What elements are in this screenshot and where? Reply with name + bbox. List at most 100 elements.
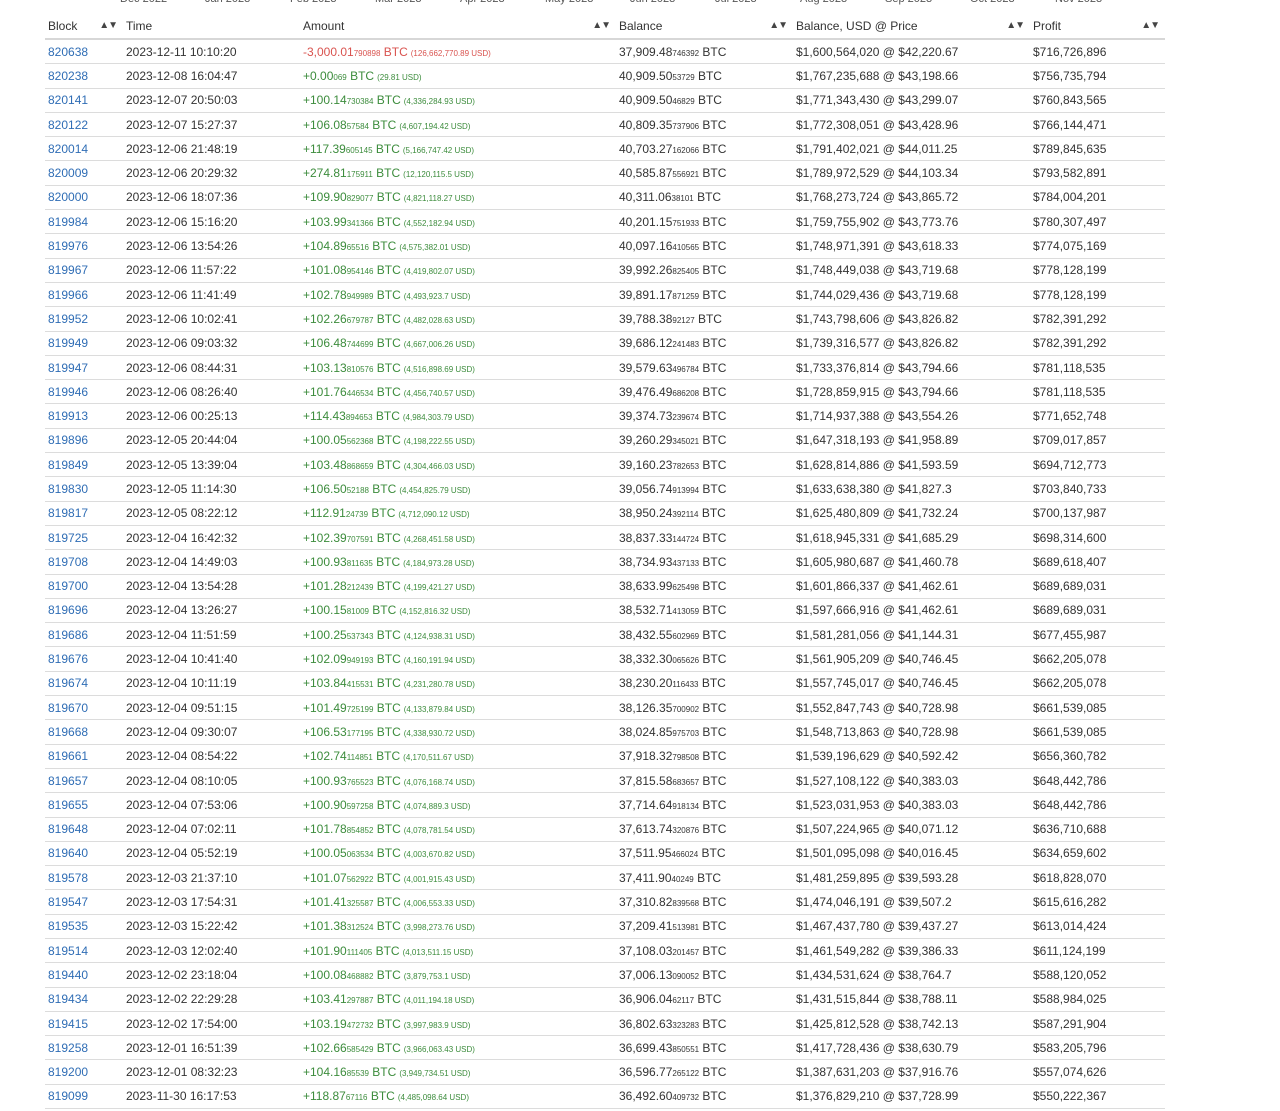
amount-small-digits: 562368	[346, 437, 374, 447]
sort-icon[interactable]: ▲▼	[769, 20, 788, 31]
balance-cell: 40,809.35737906 BTC	[616, 112, 793, 138]
balance-unit: BTC	[699, 1089, 727, 1104]
table-row: 819258 2023-12-01 16:51:39 +102.66585429 B…	[45, 1035, 1165, 1061]
amount-main: +103.41	[303, 992, 347, 1007]
block-link[interactable]: 820122	[48, 118, 88, 132]
block-link[interactable]: 819700	[48, 579, 88, 593]
amount-main: +102.39	[303, 530, 347, 545]
block-link[interactable]: 819967	[48, 263, 88, 277]
amount-small-digits: 312524	[346, 923, 374, 933]
block-link[interactable]: 820009	[48, 166, 88, 180]
column-header-amount[interactable]: Amount ▲▼	[300, 14, 616, 40]
block-link[interactable]: 819817	[48, 506, 88, 520]
block-link[interactable]: 820014	[48, 142, 88, 156]
balance-usd-cell: $1,728,859,915 @ $43,794.66	[793, 379, 1030, 405]
block-link[interactable]: 819099	[48, 1089, 88, 1103]
balance-small-digits: 38101	[671, 194, 694, 204]
block-cell: 819099	[45, 1084, 123, 1110]
block-cell: 820141	[45, 88, 123, 113]
table-row: 819440 2023-12-02 23:18:04 +100.08468882 B…	[45, 962, 1165, 988]
block-link[interactable]: 819657	[48, 774, 88, 788]
block-link[interactable]: 819686	[48, 628, 88, 642]
block-link[interactable]: 819708	[48, 555, 88, 569]
block-link[interactable]: 820141	[48, 93, 88, 107]
amount-cell: -3,000.01790898 BTC (126,662,770.89 USD)	[300, 39, 616, 65]
block-link[interactable]: 819200	[48, 1065, 88, 1079]
amount-main: +104.16	[303, 1065, 347, 1080]
sort-icon[interactable]: ▲▼	[1006, 20, 1025, 31]
amount-cell: +106.53177195 BTC (4,338,930.72 USD)	[300, 719, 616, 745]
block-link[interactable]: 819725	[48, 531, 88, 545]
amount-main: +103.19	[303, 1016, 347, 1031]
table-row: 819913 2023-12-06 00:25:13 +114.43894653 B…	[45, 403, 1165, 429]
block-link[interactable]: 819640	[48, 846, 88, 860]
block-link[interactable]: 819415	[48, 1017, 88, 1031]
block-link[interactable]: 819696	[48, 603, 88, 617]
block-link[interactable]: 819661	[48, 749, 88, 763]
amount-cell: +100.90597258 BTC (4,074,889.3 USD)	[300, 792, 616, 818]
balance-cell: 40,097.16410565 BTC	[616, 233, 793, 259]
block-link[interactable]: 819896	[48, 433, 88, 447]
profit-cell: $784,004,201	[1030, 185, 1165, 211]
block-link[interactable]: 819984	[48, 215, 88, 229]
balance-small-digits: 144724	[672, 534, 700, 544]
balance-unit: BTC	[699, 627, 727, 642]
block-link[interactable]: 819952	[48, 312, 88, 326]
sort-icon[interactable]: ▲▼	[592, 20, 611, 31]
sort-icon[interactable]: ▲▼	[99, 20, 118, 31]
sort-icon[interactable]: ▲▼	[1141, 20, 1160, 31]
block-cell: 820122	[45, 112, 123, 138]
block-link[interactable]: 819849	[48, 458, 88, 472]
block-link[interactable]: 819670	[48, 701, 88, 715]
column-header-balance-usd[interactable]: Balance, USD @ Price ▲▼	[793, 14, 1030, 40]
block-link[interactable]: 819655	[48, 798, 88, 812]
amount-small-digits: 537343	[346, 631, 374, 641]
column-header-profit[interactable]: Profit ▲▼	[1030, 14, 1165, 40]
table-row: 819200 2023-12-01 08:32:23 +104.1685539 BT…	[45, 1059, 1165, 1085]
balance-unit: BTC	[699, 700, 727, 715]
block-link[interactable]: 819830	[48, 482, 88, 496]
block-link[interactable]: 819947	[48, 361, 88, 375]
block-link[interactable]: 819676	[48, 652, 88, 666]
time-cell: 2023-12-02 22:29:28	[123, 987, 300, 1012]
block-link[interactable]: 819913	[48, 409, 88, 423]
balance-cell: 37,909.48746392 BTC	[616, 39, 793, 65]
profit-cell: $583,205,796	[1030, 1035, 1165, 1061]
amount-usd: (4,485,098.64 USD)	[397, 1093, 469, 1103]
amount-unit: BTC	[373, 676, 401, 691]
time-cell: 2023-12-04 11:51:59	[123, 622, 300, 648]
block-link[interactable]: 819440	[48, 968, 88, 982]
block-link[interactable]: 820000	[48, 190, 88, 204]
block-link[interactable]: 820638	[48, 45, 88, 59]
block-link[interactable]: 819946	[48, 385, 88, 399]
block-link[interactable]: 819258	[48, 1041, 88, 1055]
amount-cell: +112.9124739 BTC (4,712,090.12 USD)	[300, 501, 616, 526]
amount-unit: BTC	[372, 943, 400, 958]
block-link[interactable]: 819668	[48, 725, 88, 739]
table-row: 819966 2023-12-06 11:41:49 +102.78949989 B…	[45, 282, 1165, 308]
block-link[interactable]: 820238	[48, 69, 88, 83]
block-link[interactable]: 819949	[48, 336, 88, 350]
column-header-balance[interactable]: Balance ▲▼	[616, 14, 793, 40]
amount-unit: BTC	[373, 579, 401, 594]
table-row: 819700 2023-12-04 13:54:28 +101.28212439 B…	[45, 574, 1165, 599]
table-row: 819952 2023-12-06 10:02:41 +102.26679787 B…	[45, 306, 1165, 332]
balance-unit: BTC	[699, 457, 727, 472]
timeline-label: Mar 2023	[375, 0, 460, 5]
balance-unit: BTC	[699, 1065, 727, 1080]
profit-cell: $689,689,031	[1030, 574, 1165, 599]
balance-small-digits: 62117	[672, 996, 695, 1006]
block-link[interactable]: 819648	[48, 822, 88, 836]
amount-usd: (4,456,740.57 USD)	[403, 388, 475, 398]
block-link[interactable]: 819514	[48, 944, 88, 958]
column-header-block[interactable]: Block ▲▼	[45, 14, 123, 40]
block-link[interactable]: 819547	[48, 895, 88, 909]
block-link[interactable]: 819434	[48, 992, 88, 1006]
block-link[interactable]: 819535	[48, 919, 88, 933]
block-link[interactable]: 819976	[48, 239, 88, 253]
amount-small-digits: 810576	[346, 364, 374, 374]
block-link[interactable]: 819578	[48, 871, 88, 885]
balance-unit: BTC	[699, 117, 727, 132]
block-link[interactable]: 819966	[48, 288, 88, 302]
block-link[interactable]: 819674	[48, 676, 88, 690]
